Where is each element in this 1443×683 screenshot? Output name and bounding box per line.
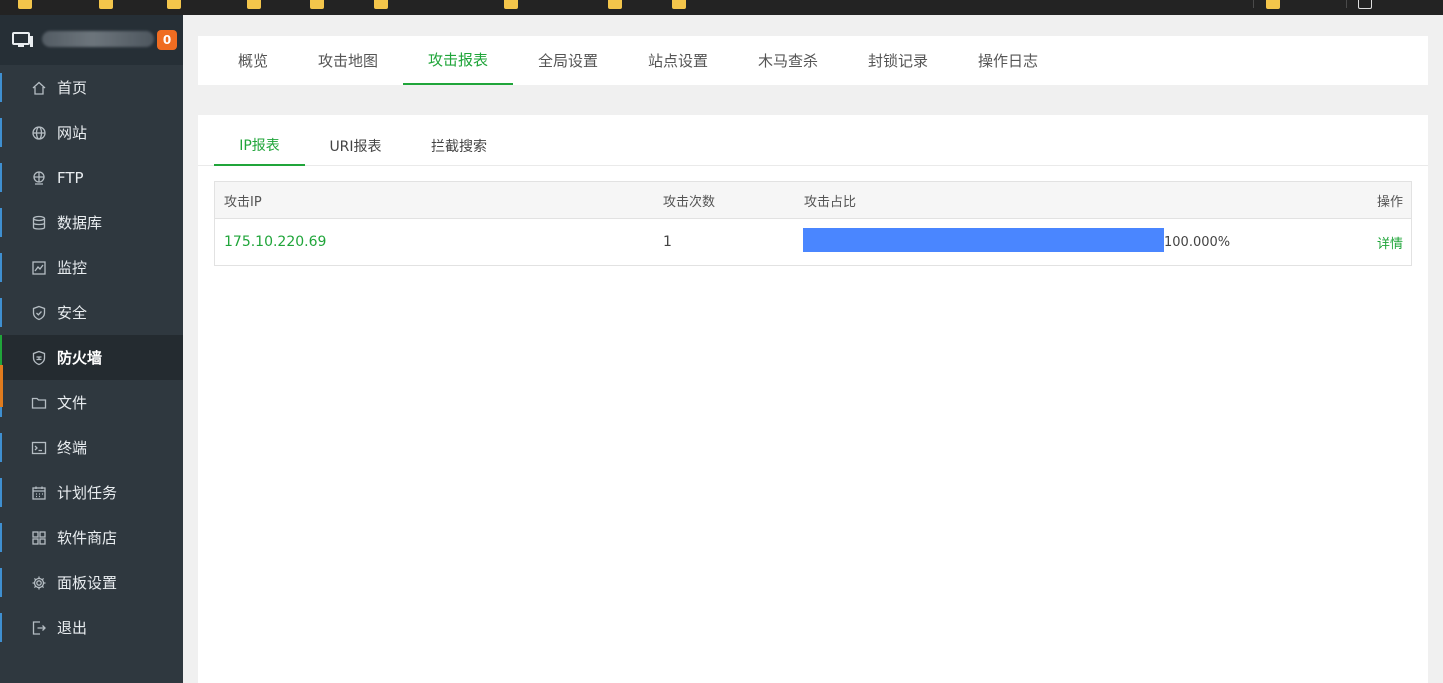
home-icon (31, 80, 47, 96)
bookmark-folder[interactable] (608, 0, 622, 12)
bookmark-folder[interactable] (672, 0, 686, 12)
sidebar-item-label: 文件 (57, 394, 88, 412)
sidebar-item-cron[interactable]: 计划任务 (0, 470, 183, 515)
sidebar: 0 首页 网站 FTP 数据库 监控 安全 防火墙 文件 终端 计划任务 软件商… (0, 15, 183, 683)
folder-icon (310, 0, 324, 9)
bookmark-folder[interactable] (310, 0, 324, 12)
server-ip-redacted (42, 31, 154, 47)
column-header-ratio: 攻击占比 (804, 194, 857, 210)
sidebar-item-settings[interactable]: 面板设置 (0, 560, 183, 605)
sidebar-item-label: 终端 (57, 439, 88, 457)
folder-icon (18, 0, 32, 9)
sidebar-item-terminal[interactable]: 终端 (0, 425, 183, 470)
bookmark-folder[interactable] (374, 0, 388, 12)
folder-icon (1266, 0, 1280, 9)
bookmark-bar (0, 0, 1443, 15)
bookmark-separator (1253, 0, 1254, 8)
bookmark-folder[interactable] (1266, 0, 1280, 12)
folder-icon (167, 0, 181, 9)
sidebar-item-files[interactable]: 文件 (0, 380, 183, 425)
logout-icon (31, 620, 47, 636)
folder-icon (99, 0, 113, 9)
computer-icon (12, 32, 33, 47)
sidebar-item-logout[interactable]: 退出 (0, 605, 183, 650)
tab-block-records[interactable]: 封锁记录 (858, 36, 938, 85)
sidebar-item-label: 网站 (57, 124, 88, 142)
sidebar-item-store[interactable]: 软件商店 (0, 515, 183, 560)
folder-icon (608, 0, 622, 9)
bookmark-folder[interactable] (247, 0, 261, 12)
server-header: 0 (0, 15, 183, 65)
terminal-icon (31, 440, 47, 456)
tab-trojan-scan[interactable]: 木马查杀 (748, 36, 828, 85)
sidebar-item-label: 防火墙 (57, 349, 103, 367)
sidebar-item-label: 软件商店 (57, 529, 118, 547)
firewall-tabbar: 概览 攻击地图 攻击报表 全局设置 站点设置 木马查杀 封锁记录 操作日志 (198, 36, 1428, 85)
bookmark-folder[interactable] (99, 0, 113, 12)
attack-report-panel: IP报表 URI报表 拦截搜索 攻击IP 攻击次数 攻击占比 操作 175.10… (198, 115, 1428, 683)
sidebar-item-firewall[interactable]: 防火墙 (0, 335, 183, 380)
globe-icon (31, 125, 47, 141)
bookmark-folder[interactable] (167, 0, 181, 12)
subtab-intercept-search[interactable]: 拦截搜索 (416, 125, 502, 166)
apps-icon (31, 530, 47, 546)
detail-link[interactable]: 详情 (1377, 219, 1403, 265)
monitor-icon (31, 260, 47, 276)
tab-global-settings[interactable]: 全局设置 (528, 36, 608, 85)
gear-icon (31, 575, 47, 591)
attack-ratio-fill (803, 228, 1164, 252)
shield-icon (31, 305, 47, 321)
tab-site-settings[interactable]: 站点设置 (638, 36, 718, 85)
sidebar-item-label: 退出 (57, 619, 88, 637)
bookmark-separator (1346, 0, 1347, 8)
sidebar-item-website[interactable]: 网站 (0, 110, 183, 155)
bookmark-folder[interactable] (18, 0, 32, 12)
tab-operation-log[interactable]: 操作日志 (968, 36, 1048, 85)
sidebar-item-label: 监控 (57, 259, 88, 277)
attack-ratio-text: 100.000% (1164, 234, 1231, 250)
sidebar-item-label: 首页 (57, 79, 88, 97)
table-header: 攻击IP 攻击次数 攻击占比 操作 (215, 182, 1411, 219)
attack-ratio-bar (803, 228, 1164, 252)
sidebar-item-home[interactable]: 首页 (0, 65, 183, 110)
table-row: 175.10.220.69 1 100.000% 详情 (215, 219, 1411, 265)
folder-icon (672, 0, 686, 9)
bookmark-folder[interactable] (1358, 0, 1372, 12)
sidebar-item-database[interactable]: 数据库 (0, 200, 183, 245)
sidebar-item-monitor[interactable]: 监控 (0, 245, 183, 290)
attack-count: 1 (663, 234, 672, 250)
bookmark-folder[interactable] (504, 0, 518, 12)
folder-icon (247, 0, 261, 9)
sidebar-menu: 首页 网站 FTP 数据库 监控 安全 防火墙 文件 终端 计划任务 软件商店 … (0, 65, 183, 650)
folder-icon (504, 0, 518, 9)
report-subtabs: IP报表 URI报表 拦截搜索 (198, 115, 1428, 166)
notice-badge[interactable]: 0 (157, 30, 177, 50)
attack-ip-link[interactable]: 175.10.220.69 (224, 219, 326, 265)
tab-attack-map[interactable]: 攻击地图 (308, 36, 388, 85)
folder-icon (374, 0, 388, 9)
folder-icon (1358, 0, 1372, 9)
ftp-icon (31, 170, 47, 186)
firewall-accent-edge (0, 365, 3, 407)
firewall-icon (31, 350, 47, 366)
folder-icon (31, 395, 47, 411)
tab-overview[interactable]: 概览 (218, 36, 288, 85)
sidebar-item-label: FTP (57, 168, 84, 187)
sidebar-item-label: 计划任务 (57, 484, 118, 502)
calendar-icon (31, 485, 47, 501)
sidebar-item-label: 面板设置 (57, 574, 118, 592)
sidebar-item-security[interactable]: 安全 (0, 290, 183, 335)
subtab-uri-report[interactable]: URI报表 (313, 125, 398, 166)
database-icon (31, 215, 47, 231)
ip-report-table: 攻击IP 攻击次数 攻击占比 操作 175.10.220.69 1 100.00… (214, 181, 1412, 266)
tab-attack-report[interactable]: 攻击报表 (403, 36, 513, 85)
subtab-ip-report[interactable]: IP报表 (214, 125, 305, 166)
column-header-action: 操作 (1376, 194, 1403, 210)
column-header-count: 攻击次数 (663, 194, 716, 210)
sidebar-item-ftp[interactable]: FTP (0, 155, 183, 200)
sidebar-item-label: 安全 (57, 304, 88, 322)
sidebar-item-label: 数据库 (57, 214, 103, 232)
column-header-ip: 攻击IP (224, 194, 262, 210)
